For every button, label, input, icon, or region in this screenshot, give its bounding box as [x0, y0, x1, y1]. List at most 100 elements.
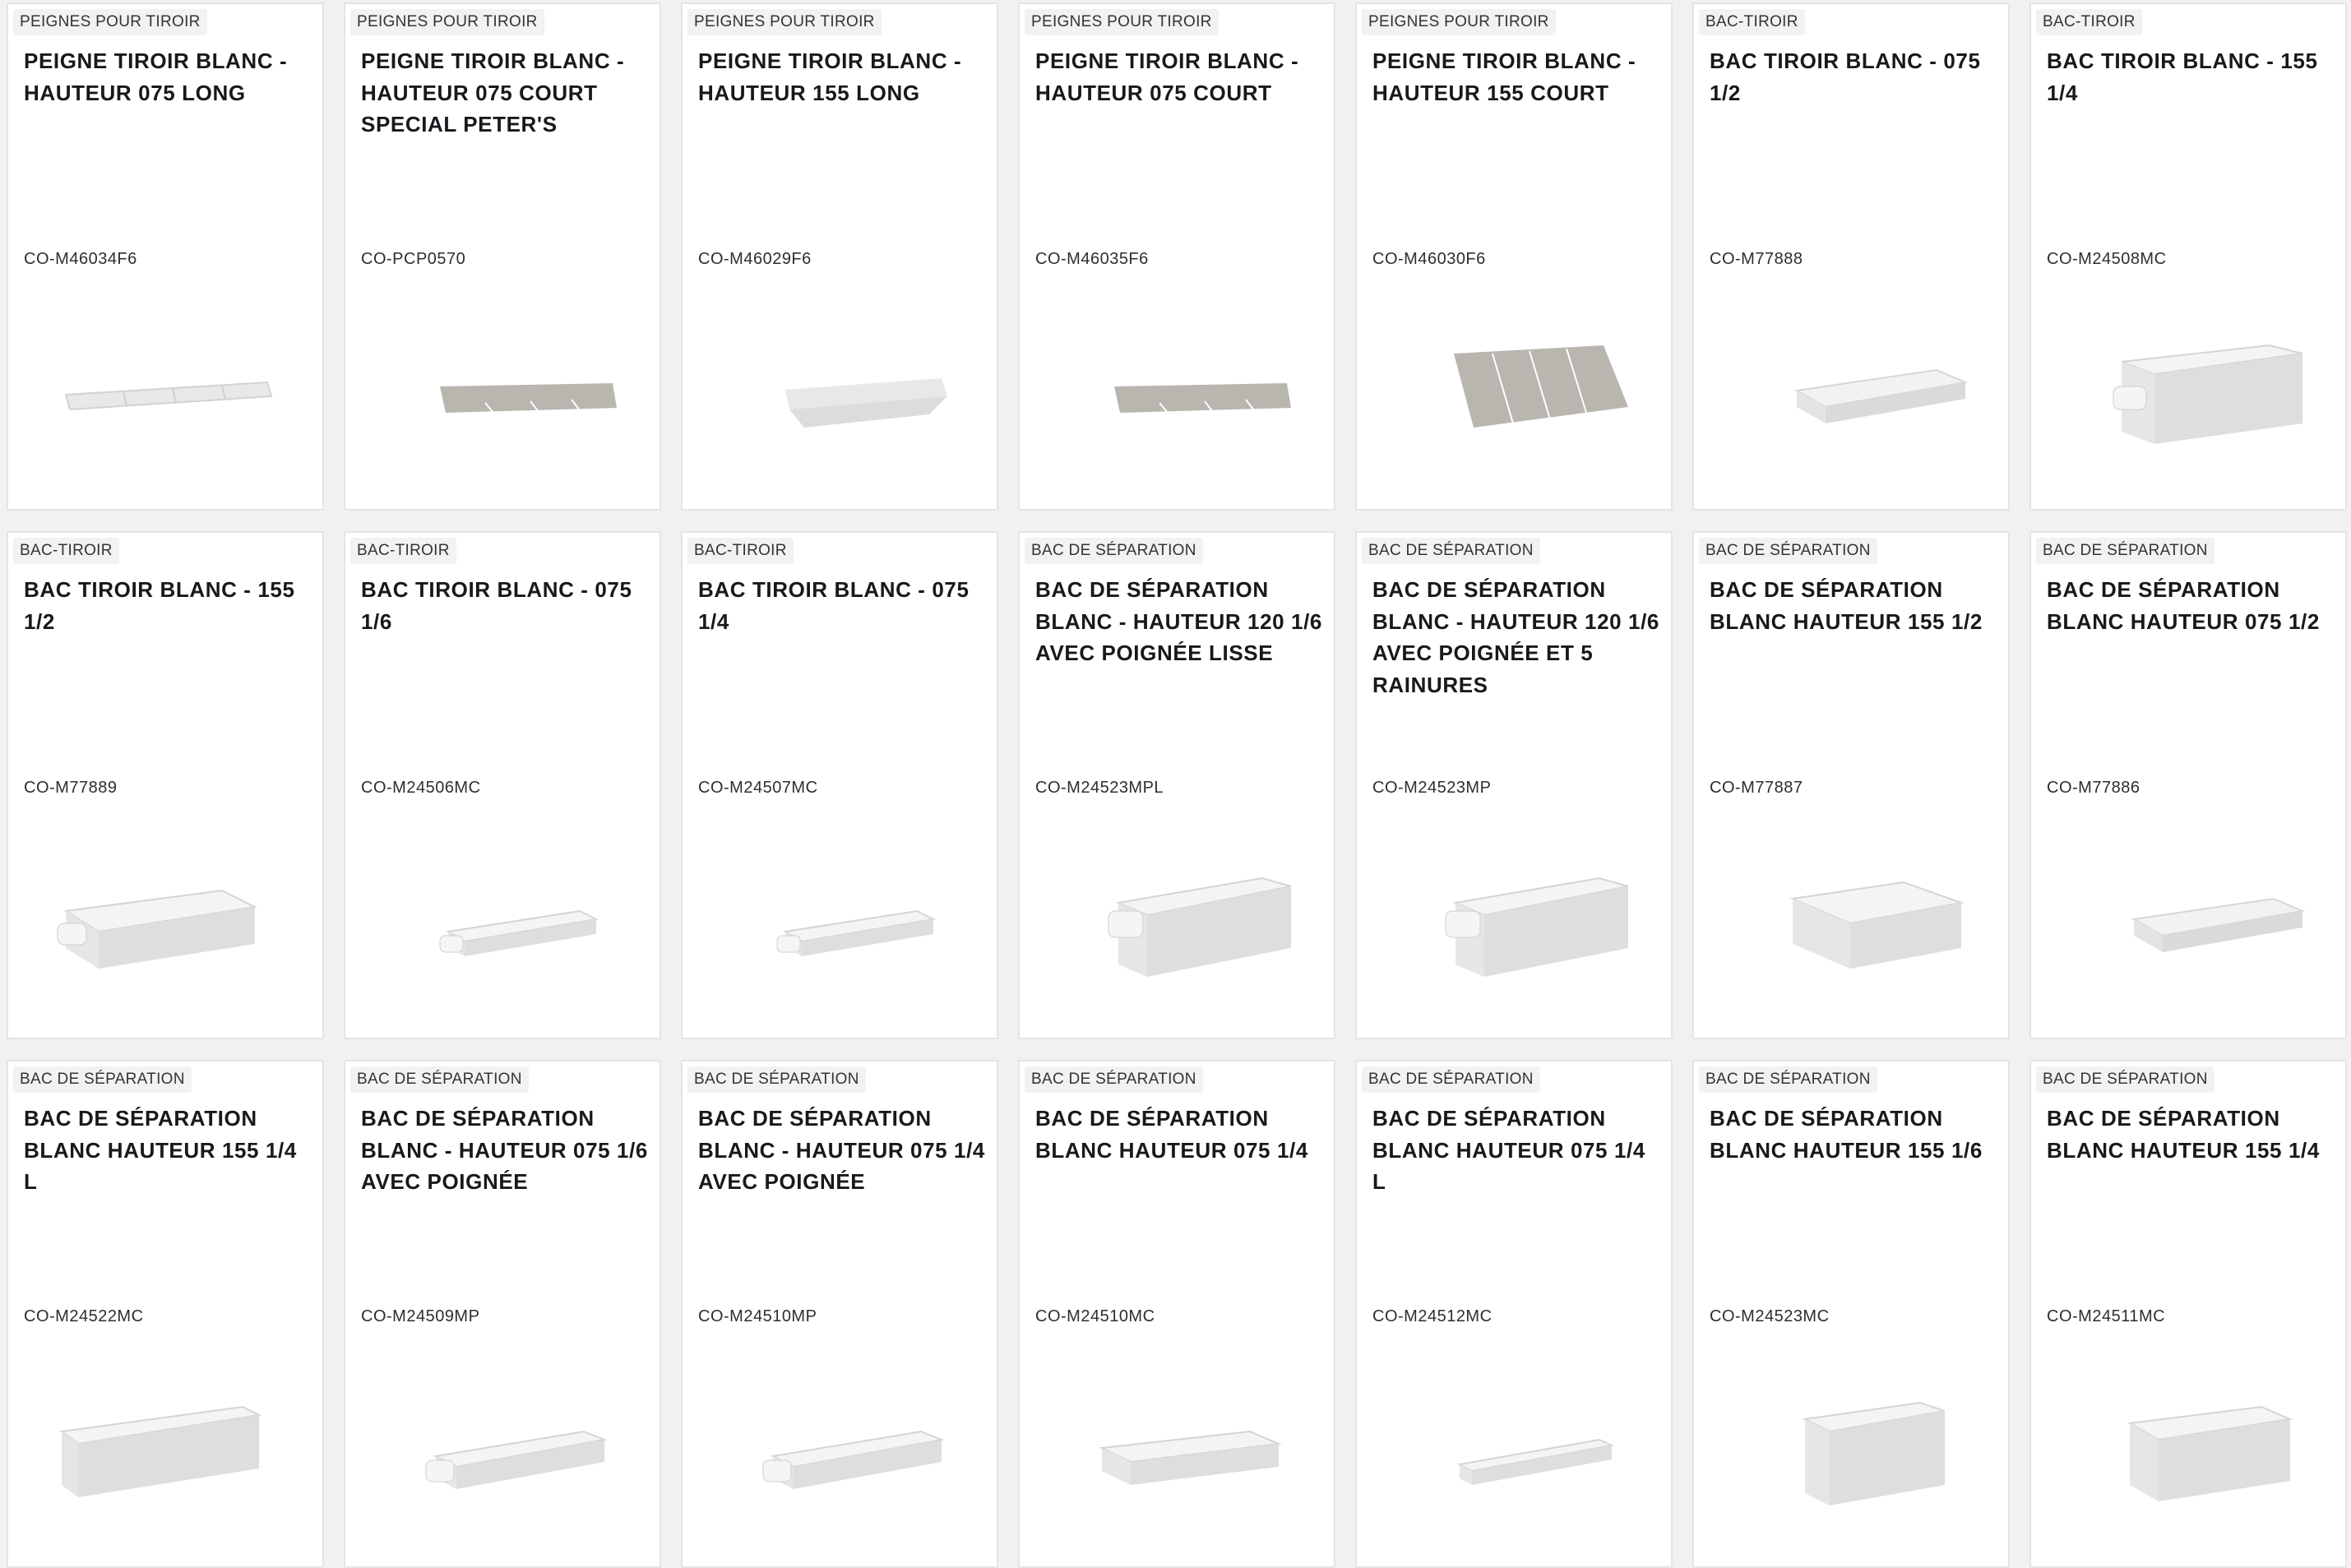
product-sku: CO-M24510MC: [1035, 1307, 1155, 1325]
product-title[interactable]: PEIGNE TIROIR BLANC - HAUTEUR 075 LONG: [24, 45, 313, 109]
product-card[interactable]: BAC-TIROIR BAC TIROIR BLANC - 075 1/6 CO-M…: [344, 531, 661, 1039]
product-card[interactable]: BAC DE SÉPARATION BAC DE SÉPARATION BLANC…: [1692, 531, 2010, 1039]
category-tag: BAC DE SÉPARATION: [1025, 1066, 1203, 1093]
product-image[interactable]: [1044, 304, 1312, 493]
product-card[interactable]: PEIGNES POUR TIROIR PEIGNE TIROIR BLANC -…: [7, 2, 324, 511]
product-sku: CO-M24509MP: [361, 1307, 480, 1325]
product-card[interactable]: BAC-TIROIR BAC TIROIR BLANC - 155 1/4 CO-M…: [2029, 2, 2347, 511]
product-card[interactable]: BAC DE SÉPARATION BAC DE SÉPARATION BLANC…: [2029, 531, 2347, 1039]
product-image[interactable]: [33, 833, 301, 1022]
product-card[interactable]: BAC DE SÉPARATION BAC DE SÉPARATION BLANC…: [1018, 1060, 1335, 1568]
product-card[interactable]: BAC-TIROIR BAC TIROIR BLANC - 075 1/2 CO-M…: [1692, 2, 2010, 511]
category-tag: PEIGNES POUR TIROIR: [1025, 9, 1219, 35]
product-title[interactable]: BAC TIROIR BLANC - 075 1/6: [361, 574, 650, 637]
product-title[interactable]: BAC DE SÉPARATION BLANC HAUTEUR 075 1/2: [2047, 574, 2336, 637]
category-tag: BAC-TIROIR: [13, 538, 119, 564]
category-tag: BAC DE SÉPARATION: [2036, 1066, 2214, 1093]
product-image[interactable]: [370, 304, 638, 493]
product-sku: CO-M24523MP: [1372, 779, 1492, 797]
product-title[interactable]: BAC DE SÉPARATION BLANC HAUTEUR 155 1/4 …: [24, 1103, 313, 1198]
product-image[interactable]: [33, 1362, 301, 1551]
product-card[interactable]: PEIGNES POUR TIROIR PEIGNE TIROIR BLANC -…: [344, 2, 661, 511]
product-card[interactable]: BAC-TIROIR BAC TIROIR BLANC - 155 1/2 CO-M…: [7, 531, 324, 1039]
product-card[interactable]: BAC DE SÉPARATION BAC DE SÉPARATION BLANC…: [1018, 531, 1335, 1039]
product-sku: CO-M46035F6: [1035, 250, 1149, 268]
product-title[interactable]: BAC DE SÉPARATION BLANC - HAUTEUR 075 1/…: [698, 1103, 988, 1198]
product-sku: CO-M24523MC: [1710, 1307, 1830, 1325]
product-card[interactable]: PEIGNES POUR TIROIR PEIGNE TIROIR BLANC -…: [1018, 2, 1335, 511]
product-title[interactable]: PEIGNE TIROIR BLANC - HAUTEUR 155 LONG: [698, 45, 988, 109]
product-card[interactable]: BAC DE SÉPARATION BAC DE SÉPARATION BLANC…: [2029, 1060, 2347, 1568]
product-image[interactable]: [707, 304, 975, 493]
product-image[interactable]: [33, 304, 301, 493]
product-card[interactable]: PEIGNES POUR TIROIR PEIGNE TIROIR BLANC -…: [681, 2, 998, 511]
product-image[interactable]: [1719, 833, 1987, 1022]
product-card[interactable]: BAC DE SÉPARATION BAC DE SÉPARATION BLANC…: [1355, 531, 1673, 1039]
product-title[interactable]: PEIGNE TIROIR BLANC - HAUTEUR 075 COURT …: [361, 45, 650, 141]
category-tag: BAC DE SÉPARATION: [1699, 538, 1877, 564]
product-sku: CO-M24523MPL: [1035, 779, 1164, 797]
product-sku: CO-M24512MC: [1372, 1307, 1493, 1325]
category-tag: BAC DE SÉPARATION: [1362, 538, 1540, 564]
category-tag: BAC DE SÉPARATION: [1025, 538, 1203, 564]
product-sku: CO-M46030F6: [1372, 250, 1486, 268]
product-title[interactable]: BAC DE SÉPARATION BLANC HAUTEUR 155 1/6: [1710, 1103, 1999, 1166]
product-title[interactable]: BAC TIROIR BLANC - 155 1/4: [2047, 45, 2336, 109]
product-image[interactable]: [1044, 833, 1312, 1022]
product-card[interactable]: BAC DE SÉPARATION BAC DE SÉPARATION BLANC…: [1692, 1060, 2010, 1568]
product-title[interactable]: PEIGNE TIROIR BLANC - HAUTEUR 155 COURT: [1372, 45, 1662, 109]
category-tag: PEIGNES POUR TIROIR: [687, 9, 882, 35]
product-sku: CO-M77888: [1710, 250, 1803, 268]
product-title[interactable]: BAC DE SÉPARATION BLANC HAUTEUR 155 1/4: [2047, 1103, 2336, 1166]
product-image[interactable]: [1044, 1362, 1312, 1551]
product-title[interactable]: BAC TIROIR BLANC - 075 1/2: [1710, 45, 1999, 109]
product-title[interactable]: BAC TIROIR BLANC - 075 1/4: [698, 574, 988, 637]
product-sku: CO-M24508MC: [2047, 250, 2167, 268]
product-card[interactable]: BAC DE SÉPARATION BAC DE SÉPARATION BLANC…: [344, 1060, 661, 1568]
product-title[interactable]: BAC DE SÉPARATION BLANC - HAUTEUR 075 1/…: [361, 1103, 650, 1198]
product-card[interactable]: BAC DE SÉPARATION BAC DE SÉPARATION BLANC…: [7, 1060, 324, 1568]
category-tag: BAC-TIROIR: [687, 538, 794, 564]
product-image[interactable]: [1381, 1362, 1650, 1551]
product-title[interactable]: BAC DE SÉPARATION BLANC HAUTEUR 155 1/2: [1710, 574, 1999, 637]
product-title[interactable]: BAC DE SÉPARATION BLANC HAUTEUR 075 1/4 …: [1372, 1103, 1662, 1198]
product-image[interactable]: [2056, 833, 2324, 1022]
product-sku: CO-PCP0570: [361, 250, 466, 268]
product-sku: CO-M46029F6: [698, 250, 812, 268]
product-image[interactable]: [370, 1362, 638, 1551]
category-tag: BAC-TIROIR: [350, 538, 456, 564]
category-tag: BAC DE SÉPARATION: [2036, 538, 2214, 564]
category-tag: BAC DE SÉPARATION: [1699, 1066, 1877, 1093]
category-tag: BAC DE SÉPARATION: [350, 1066, 529, 1093]
product-title[interactable]: BAC DE SÉPARATION BLANC - HAUTEUR 120 1/…: [1372, 574, 1662, 701]
category-tag: PEIGNES POUR TIROIR: [350, 9, 544, 35]
product-card[interactable]: BAC DE SÉPARATION BAC DE SÉPARATION BLANC…: [1355, 1060, 1673, 1568]
product-image[interactable]: [370, 833, 638, 1022]
product-image[interactable]: [1381, 833, 1650, 1022]
product-card[interactable]: PEIGNES POUR TIROIR PEIGNE TIROIR BLANC -…: [1355, 2, 1673, 511]
product-card[interactable]: BAC DE SÉPARATION BAC DE SÉPARATION BLANC…: [681, 1060, 998, 1568]
product-title[interactable]: BAC TIROIR BLANC - 155 1/2: [24, 574, 313, 637]
product-image[interactable]: [2056, 1362, 2324, 1551]
product-image[interactable]: [707, 833, 975, 1022]
product-sku: CO-M24511MC: [2047, 1307, 2166, 1325]
product-image[interactable]: [1381, 304, 1650, 493]
product-sku: CO-M24522MC: [24, 1307, 144, 1325]
product-image[interactable]: [1719, 304, 1987, 493]
product-sku: CO-M77887: [1710, 779, 1803, 797]
product-title[interactable]: BAC DE SÉPARATION BLANC HAUTEUR 075 1/4: [1035, 1103, 1325, 1166]
product-image[interactable]: [707, 1362, 975, 1551]
category-tag: BAC-TIROIR: [2036, 9, 2142, 35]
product-sku: CO-M24510MP: [698, 1307, 817, 1325]
category-tag: PEIGNES POUR TIROIR: [1362, 9, 1556, 35]
product-image[interactable]: [1719, 1362, 1987, 1551]
product-card[interactable]: BAC-TIROIR BAC TIROIR BLANC - 075 1/4 CO-M…: [681, 531, 998, 1039]
product-image[interactable]: [2056, 304, 2324, 493]
category-tag: BAC-TIROIR: [1699, 9, 1805, 35]
category-tag: BAC DE SÉPARATION: [13, 1066, 192, 1093]
product-title[interactable]: PEIGNE TIROIR BLANC - HAUTEUR 075 COURT: [1035, 45, 1325, 109]
product-title[interactable]: BAC DE SÉPARATION BLANC - HAUTEUR 120 1/…: [1035, 574, 1325, 669]
category-tag: BAC DE SÉPARATION: [687, 1066, 866, 1093]
category-tag: PEIGNES POUR TIROIR: [13, 9, 207, 35]
product-grid: PEIGNES POUR TIROIR PEIGNE TIROIR BLANC -…: [7, 2, 2347, 1568]
